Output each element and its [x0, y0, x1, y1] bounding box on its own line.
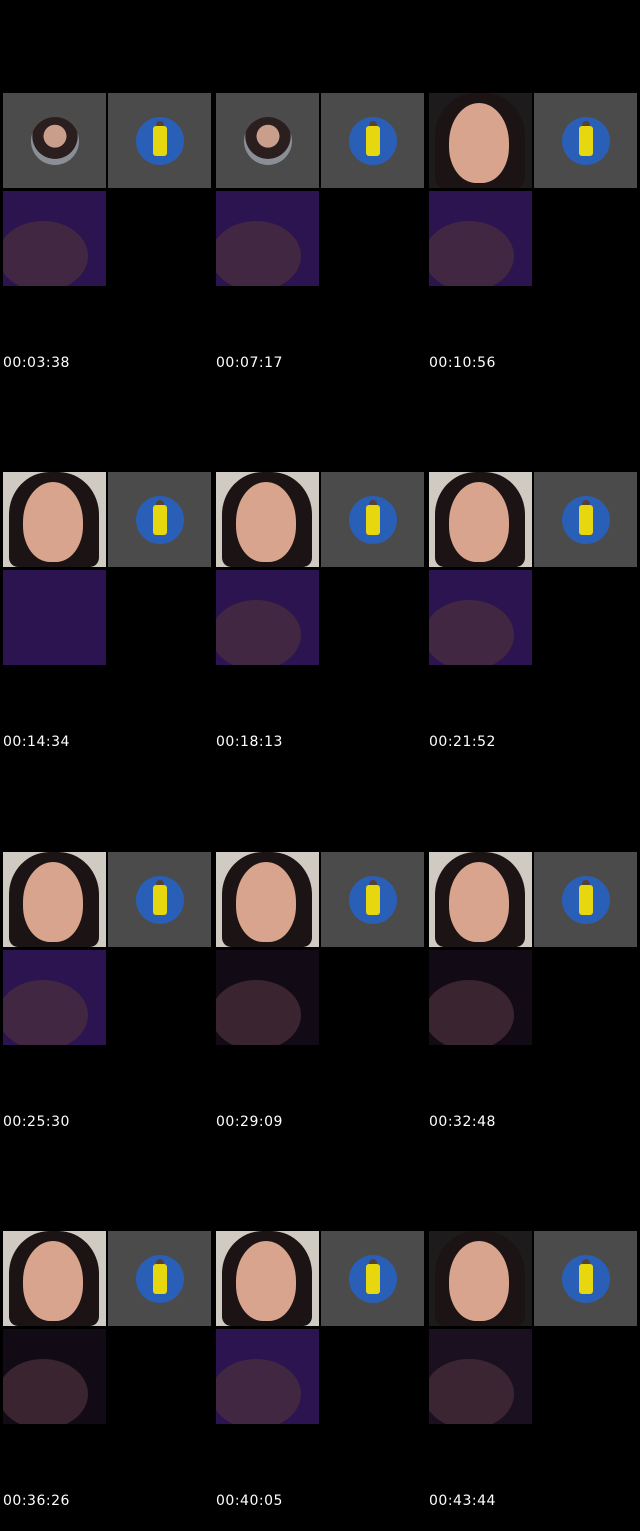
avatar-man-icon	[562, 496, 610, 544]
timestamp: 00:43:44	[429, 1493, 496, 1509]
self-video-tile	[216, 191, 319, 286]
thumbnail-2[interactable]: 00:07:17	[216, 93, 424, 393]
timestamp: 00:25:30	[3, 1114, 70, 1130]
self-video-tile	[429, 570, 532, 665]
participant-video-woman	[3, 852, 106, 947]
timestamp: 00:07:17	[216, 355, 283, 371]
avatar-woman-icon	[31, 117, 79, 165]
participant-tile-man	[108, 1231, 211, 1326]
thumbnail-6[interactable]: 00:21:52	[429, 472, 637, 772]
timestamp: 00:21:52	[429, 734, 496, 750]
thumbnail-1[interactable]: 00:03:38	[3, 93, 211, 393]
thumbnail-9[interactable]: 00:32:48	[429, 852, 637, 1152]
participant-tile-man	[321, 93, 424, 188]
participant-video-woman	[429, 93, 532, 188]
participant-video-woman	[429, 472, 532, 567]
participant-tile-man	[321, 1231, 424, 1326]
self-video-tile	[429, 950, 532, 1045]
self-video-tile	[216, 570, 319, 665]
participant-tile-man	[108, 852, 211, 947]
participant-tile-man	[534, 93, 637, 188]
avatar-man-icon	[562, 117, 610, 165]
participant-video-woman	[216, 472, 319, 567]
timestamp: 00:14:34	[3, 734, 70, 750]
timestamp: 00:40:05	[216, 1493, 283, 1509]
thumbnail-11[interactable]: 00:40:05	[216, 1231, 424, 1531]
participant-tile-man	[534, 1231, 637, 1326]
thumbnail-4[interactable]: 00:14:34	[3, 472, 211, 772]
thumbnail-3[interactable]: 00:10:56	[429, 93, 637, 393]
avatar-man-icon	[136, 117, 184, 165]
thumbnail-12[interactable]: 00:43:44	[429, 1231, 637, 1531]
avatar-man-icon	[349, 876, 397, 924]
participant-video-woman	[3, 472, 106, 567]
avatar-woman-icon	[244, 117, 292, 165]
self-video-tile	[3, 191, 106, 286]
self-video-tile	[216, 950, 319, 1045]
avatar-man-icon	[349, 117, 397, 165]
participant-tile-woman	[3, 93, 106, 188]
avatar-man-icon	[562, 876, 610, 924]
participant-video-woman	[429, 852, 532, 947]
avatar-man-icon	[562, 1255, 610, 1303]
avatar-man-icon	[136, 1255, 184, 1303]
self-video-tile	[3, 950, 106, 1045]
participant-tile-man	[321, 852, 424, 947]
avatar-man-icon	[349, 496, 397, 544]
participant-video-woman	[216, 1231, 319, 1326]
thumbnail-10[interactable]: 00:36:26	[3, 1231, 211, 1531]
thumbnail-5[interactable]: 00:18:13	[216, 472, 424, 772]
participant-video-woman	[429, 1231, 532, 1326]
avatar-man-icon	[136, 876, 184, 924]
avatar-man-icon	[136, 496, 184, 544]
timestamp: 00:18:13	[216, 734, 283, 750]
timestamp: 00:36:26	[3, 1493, 70, 1509]
thumbnail-7[interactable]: 00:25:30	[3, 852, 211, 1152]
participant-video-woman	[216, 852, 319, 947]
timestamp: 00:10:56	[429, 355, 496, 371]
participant-tile-man	[534, 472, 637, 567]
timestamp: 00:32:48	[429, 1114, 496, 1130]
thumbnail-8[interactable]: 00:29:09	[216, 852, 424, 1152]
self-video-tile	[429, 1329, 532, 1424]
participant-tile-man	[108, 472, 211, 567]
participant-tile-woman	[216, 93, 319, 188]
avatar-man-icon	[349, 1255, 397, 1303]
participant-tile-man	[534, 852, 637, 947]
participant-tile-man	[321, 472, 424, 567]
participant-video-woman	[3, 1231, 106, 1326]
self-video-tile	[216, 1329, 319, 1424]
timestamp: 00:29:09	[216, 1114, 283, 1130]
self-video-tile	[3, 1329, 106, 1424]
self-video-tile	[429, 191, 532, 286]
timestamp: 00:03:38	[3, 355, 70, 371]
participant-tile-man	[108, 93, 211, 188]
self-video-tile	[3, 570, 106, 665]
